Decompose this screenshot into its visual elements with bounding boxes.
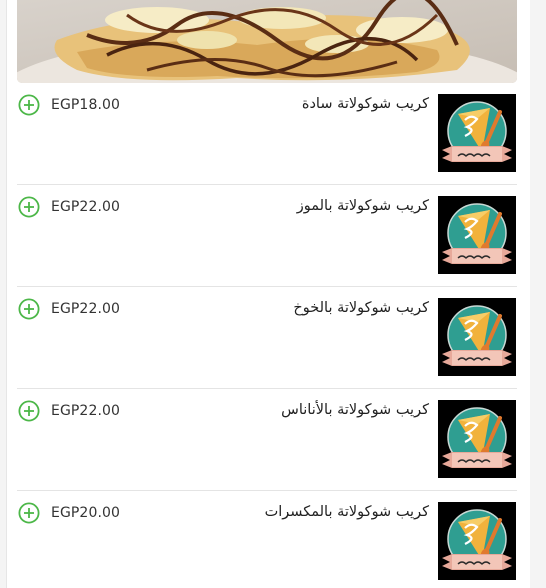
item-thumbnail[interactable] — [438, 400, 516, 478]
menu-panel: EGP18.00 كريب شوكولاتة سادة EGP22.00 كري… — [6, 0, 530, 588]
menu-item[interactable]: EGP22.00 كريب شوكولاتة بالأناناس — [17, 389, 517, 491]
menu-item[interactable]: EGP20.00 كريب شوكولاتة بالمكسرات — [17, 491, 517, 588]
crepe-logo-icon — [438, 400, 516, 478]
item-name[interactable]: كريب شوكولاتة سادة — [302, 96, 429, 112]
crepe-logo-icon — [438, 298, 516, 376]
item-name[interactable]: كريب شوكولاتة بالأناناس — [281, 402, 429, 418]
item-thumbnail[interactable] — [438, 298, 516, 376]
plus-circle-icon[interactable] — [18, 502, 40, 524]
menu-item[interactable]: EGP18.00 كريب شوكولاتة سادة — [17, 83, 517, 185]
item-thumbnail[interactable] — [438, 94, 516, 172]
item-price: EGP20.00 — [51, 505, 121, 521]
item-thumbnail[interactable] — [438, 502, 516, 580]
item-price: EGP18.00 — [51, 97, 121, 113]
hero-crepe-photo — [17, 0, 517, 83]
item-price: EGP22.00 — [51, 403, 121, 419]
item-name[interactable]: كريب شوكولاتة بالمكسرات — [265, 504, 429, 520]
item-price: EGP22.00 — [51, 301, 121, 317]
crepe-logo-icon — [438, 502, 516, 580]
plus-circle-icon[interactable] — [18, 298, 40, 320]
category-hero-image — [17, 0, 517, 83]
item-thumbnail[interactable] — [438, 196, 516, 274]
crepe-logo-icon — [438, 94, 516, 172]
menu-item[interactable]: EGP22.00 كريب شوكولاتة بالموز — [17, 185, 517, 287]
plus-circle-icon[interactable] — [18, 94, 40, 116]
item-name[interactable]: كريب شوكولاتة بالموز — [297, 198, 429, 214]
menu-item[interactable]: EGP22.00 كريب شوكولاتة بالخوخ — [17, 287, 517, 389]
item-name[interactable]: كريب شوكولاتة بالخوخ — [293, 300, 429, 316]
plus-circle-icon[interactable] — [18, 400, 40, 422]
menu-item-list: EGP18.00 كريب شوكولاتة سادة EGP22.00 كري… — [17, 83, 517, 588]
crepe-logo-icon — [438, 196, 516, 274]
item-price: EGP22.00 — [51, 199, 121, 215]
plus-circle-icon[interactable] — [18, 196, 40, 218]
